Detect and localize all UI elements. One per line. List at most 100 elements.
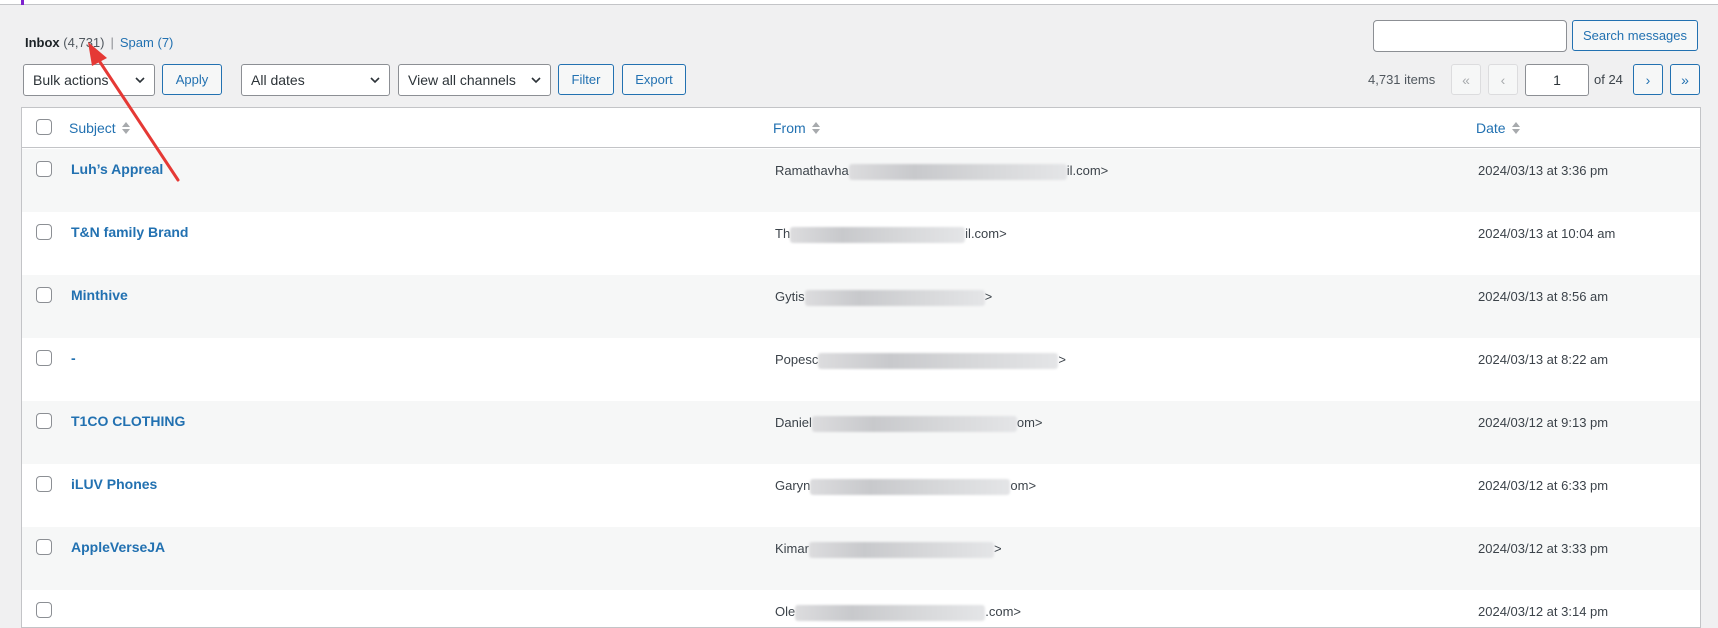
row-checkbox[interactable] xyxy=(36,476,52,492)
redacted-blur xyxy=(790,226,966,243)
message-subject-link[interactable]: T1CO CLOTHING xyxy=(71,413,185,429)
view-separator: | xyxy=(110,35,114,50)
filter-button[interactable]: Filter xyxy=(558,64,614,95)
row-checkbox[interactable] xyxy=(36,413,52,429)
table-row[interactable]: T1CO CLOTHING Daniel om> 2024/03/12 at 9:… xyxy=(22,401,1700,464)
from-end: > xyxy=(984,289,993,304)
from-end: il.com> xyxy=(1066,163,1109,178)
sort-icon xyxy=(1511,122,1520,134)
view-filters: Inbox (4,731) | Spam (7) xyxy=(25,35,173,50)
from-end: om> xyxy=(1016,415,1043,430)
message-from: Gytis > xyxy=(775,289,992,306)
top-edge xyxy=(0,0,1718,5)
select-all-checkbox[interactable] xyxy=(36,119,52,135)
from-start: Ole xyxy=(775,604,796,619)
apply-button[interactable]: Apply xyxy=(162,64,222,95)
inbox-view-link[interactable]: Inbox xyxy=(25,35,60,50)
message-from: Ole .com> xyxy=(775,604,1021,621)
message-date: 2024/03/12 at 9:13 pm xyxy=(1478,415,1609,430)
last-page-button[interactable]: » xyxy=(1670,64,1700,95)
from-start: Ramathavha xyxy=(775,163,849,178)
from-start: Gytis xyxy=(775,289,805,304)
message-subject-link[interactable]: iLUV Phones xyxy=(71,476,157,492)
spam-count[interactable]: (7) xyxy=(157,35,173,50)
redacted-blur xyxy=(848,163,1067,180)
message-from: Kimar > xyxy=(775,541,1002,558)
from-end: > xyxy=(993,541,1002,556)
prev-page-button[interactable]: ‹ xyxy=(1488,64,1518,95)
search-messages-button[interactable]: Search messages xyxy=(1572,20,1698,51)
row-checkbox[interactable] xyxy=(36,287,52,303)
redacted-blur xyxy=(795,604,986,621)
column-date-label: Date xyxy=(1476,120,1506,136)
redacted-blur xyxy=(804,289,985,306)
items-count: 4,731 items xyxy=(1368,72,1436,87)
message-from: Daniel om> xyxy=(775,415,1043,432)
message-subject-link[interactable]: - xyxy=(71,350,76,366)
row-checkbox[interactable] xyxy=(36,224,52,240)
bulk-actions-select[interactable]: Bulk actions xyxy=(23,64,155,96)
from-end: .com> xyxy=(985,604,1021,619)
from-start: Kimar xyxy=(775,541,809,556)
messages-table: Subject From Date Luh’s Appreal Ramathav… xyxy=(21,107,1701,628)
column-from[interactable]: From xyxy=(773,120,820,136)
table-row[interactable]: Minthive Gytis > 2024/03/13 at 8:56 am xyxy=(22,275,1700,338)
dates-select[interactable]: All dates xyxy=(241,64,390,96)
table-row[interactable]: AppleVerseJA Kimar > 2024/03/12 at 3:33 p… xyxy=(22,527,1700,590)
from-start: Th xyxy=(775,226,791,241)
redacted-blur xyxy=(811,415,1017,432)
chevron-down-icon xyxy=(531,77,541,84)
message-subject-link[interactable]: T&N family Brand xyxy=(71,224,188,240)
export-button[interactable]: Export xyxy=(622,64,686,95)
table-row[interactable]: Luh’s Appreal Ramathavha il.com> 2024/03/… xyxy=(22,149,1700,212)
row-checkbox[interactable] xyxy=(36,539,52,555)
from-start: Popesc xyxy=(775,352,819,367)
column-date[interactable]: Date xyxy=(1476,120,1520,136)
message-from: Th il.com> xyxy=(775,226,1007,243)
message-date: 2024/03/13 at 8:56 am xyxy=(1478,289,1609,304)
message-from: Ramathavha il.com> xyxy=(775,163,1108,180)
row-checkbox[interactable] xyxy=(36,161,52,177)
dates-value: All dates xyxy=(251,72,305,88)
redacted-blur xyxy=(810,478,1011,495)
table-header: Subject From Date xyxy=(22,108,1700,148)
inbox-count: (4,731) xyxy=(63,35,105,50)
redacted-blur xyxy=(818,352,1059,369)
accent-bar xyxy=(21,0,24,5)
from-start: Daniel xyxy=(775,415,812,430)
message-date: 2024/03/13 at 3:36 pm xyxy=(1478,163,1609,178)
row-checkbox[interactable] xyxy=(36,602,52,618)
sort-icon xyxy=(121,122,130,134)
search-input[interactable] xyxy=(1373,20,1567,52)
message-date: 2024/03/12 at 3:14 pm xyxy=(1478,604,1609,619)
column-from-label: From xyxy=(773,120,806,136)
message-subject-link[interactable]: AppleVerseJA xyxy=(71,539,165,555)
sort-icon xyxy=(811,122,820,134)
column-subject[interactable]: Subject xyxy=(69,120,130,136)
message-subject-link[interactable]: Minthive xyxy=(71,287,128,303)
table-row[interactable]: Ole .com> 2024/03/12 at 3:14 pm xyxy=(22,590,1700,627)
message-date: 2024/03/13 at 8:22 am xyxy=(1478,352,1609,367)
column-subject-label: Subject xyxy=(69,120,116,136)
channels-select[interactable]: View all channels xyxy=(398,64,551,96)
next-page-button[interactable]: › xyxy=(1633,64,1663,95)
current-page-input[interactable]: 1 xyxy=(1525,64,1589,96)
message-subject-link[interactable]: Luh’s Appreal xyxy=(71,161,163,177)
chevron-down-icon xyxy=(135,77,145,84)
total-pages: of 24 xyxy=(1594,72,1623,87)
from-end: il.com> xyxy=(965,226,1007,241)
first-page-button[interactable]: « xyxy=(1451,64,1481,95)
redacted-blur xyxy=(808,541,994,558)
table-row[interactable]: iLUV Phones Garyn om> 2024/03/12 at 6:33 … xyxy=(22,464,1700,527)
table-row[interactable]: T&N family Brand Th il.com> 2024/03/13 at… xyxy=(22,212,1700,275)
message-date: 2024/03/13 at 10:04 am xyxy=(1478,226,1616,241)
spam-view-link[interactable]: Spam xyxy=(120,35,154,50)
message-date: 2024/03/12 at 3:33 pm xyxy=(1478,541,1609,556)
message-from: Garyn om> xyxy=(775,478,1036,495)
row-checkbox[interactable] xyxy=(36,350,52,366)
from-end: om> xyxy=(1010,478,1037,493)
chevron-down-icon xyxy=(370,77,380,84)
message-from: Popesc > xyxy=(775,352,1066,369)
table-row[interactable]: - Popesc > 2024/03/13 at 8:22 am xyxy=(22,338,1700,401)
from-end: > xyxy=(1058,352,1066,367)
